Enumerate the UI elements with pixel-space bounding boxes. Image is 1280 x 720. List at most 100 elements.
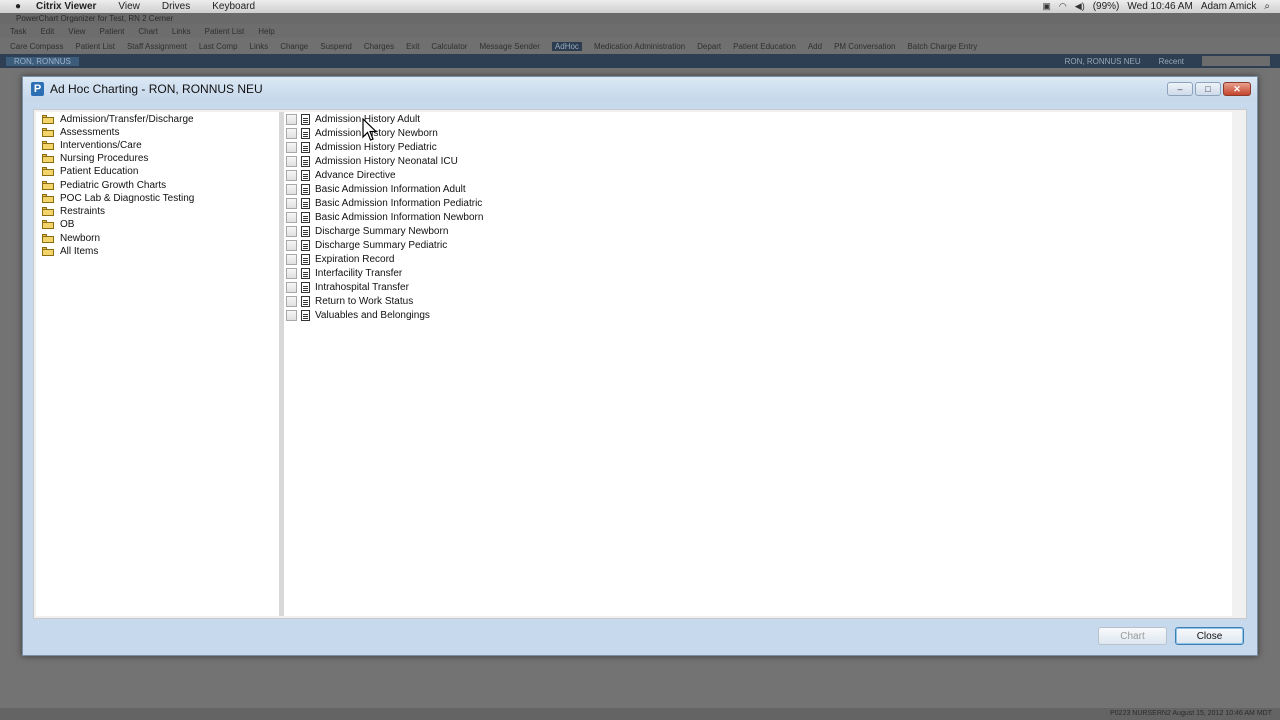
apple-icon[interactable]: ● <box>0 1 36 12</box>
form-checkbox[interactable] <box>286 296 297 307</box>
bg-toolbar-item: Suspend <box>320 41 352 51</box>
folder-interventions-care[interactable]: Interventions/Care <box>42 139 142 152</box>
form-checkbox[interactable] <box>286 212 297 223</box>
bg-menu-item: Chart <box>138 26 158 36</box>
dialog-titlebar[interactable]: P Ad Hoc Charting - RON, RONNUS NEU – □ … <box>23 77 1257 101</box>
adhoc-charting-dialog: P Ad Hoc Charting - RON, RONNUS NEU – □ … <box>22 76 1258 656</box>
clock-text[interactable]: Wed 10:46 AM <box>1127 1 1192 12</box>
form-item[interactable]: Basic Admission Information Pediatric <box>286 197 482 210</box>
folder-poc-lab-diagnostic[interactable]: POC Lab & Diagnostic Testing <box>42 192 194 205</box>
form-label: Advance Directive <box>315 170 396 181</box>
folder-ob[interactable]: OB <box>42 218 74 231</box>
folder-icon <box>42 220 54 229</box>
form-document-icon <box>301 226 310 237</box>
form-item[interactable]: Advance Directive <box>286 169 396 182</box>
folder-label: Admission/Transfer/Discharge <box>60 114 194 125</box>
form-item[interactable]: Expiration Record <box>286 253 394 266</box>
form-checkbox[interactable] <box>286 282 297 293</box>
minimize-button[interactable]: – <box>1167 82 1193 96</box>
form-checkbox[interactable] <box>286 184 297 195</box>
bg-status-bar: P0223 NURSERN2 August 15, 2012 10:46 AM … <box>0 708 1280 720</box>
form-checkbox[interactable] <box>286 156 297 167</box>
form-document-icon <box>301 296 310 307</box>
bg-window-title: PowerChart Organizer for Test, RN 2 Cern… <box>0 13 1280 24</box>
form-checkbox[interactable] <box>286 142 297 153</box>
forms-list: Admission History Adult Admission Histor… <box>284 112 1232 616</box>
form-label: Basic Admission Information Pediatric <box>315 198 483 209</box>
folder-label: Nursing Procedures <box>60 153 149 164</box>
bg-toolbar-item: Exit <box>406 41 420 51</box>
form-label: Basic Admission Information Adult <box>315 184 466 195</box>
form-checkbox[interactable] <box>286 310 297 321</box>
bg-menu-item: Help <box>258 26 275 36</box>
form-item[interactable]: Valuables and Belongings <box>286 309 430 322</box>
form-checkbox[interactable] <box>286 268 297 279</box>
folder-patient-education[interactable]: Patient Education <box>42 165 138 178</box>
bg-toolbar-item: Patient List <box>75 41 115 51</box>
menu-keyboard[interactable]: Keyboard <box>212 1 255 12</box>
form-label: Admission History Neonatal ICU <box>315 156 458 167</box>
form-item[interactable]: Admission History Pediatric <box>286 141 437 154</box>
folder-nursing-procedures[interactable]: Nursing Procedures <box>42 152 148 165</box>
form-item[interactable]: Basic Admission Information Newborn <box>286 211 483 224</box>
bg-toolbar-item: Patient Education <box>733 41 796 51</box>
form-checkbox[interactable] <box>286 170 297 181</box>
form-label: Intrahospital Transfer <box>315 282 409 293</box>
vertical-scrollbar[interactable] <box>1232 112 1244 616</box>
form-document-icon <box>301 156 310 167</box>
folder-icon <box>42 234 54 243</box>
spotlight-icon[interactable]: ⌕ <box>1264 1 1270 12</box>
form-checkbox[interactable] <box>286 254 297 265</box>
bg-patient-bar: RON, RONNUS RON, RONNUS NEU Recent <box>0 54 1280 68</box>
menu-citrix-viewer[interactable]: Citrix Viewer <box>36 1 96 12</box>
folder-label: Assessments <box>60 127 120 138</box>
form-label: Return to Work Status <box>315 296 414 307</box>
close-window-button[interactable]: ✕ <box>1223 82 1251 96</box>
volume-icon[interactable]: ◀) <box>1075 1 1085 12</box>
form-checkbox[interactable] <box>286 198 297 209</box>
bg-toolbar-item: Add <box>807 41 823 51</box>
bg-toolbar-item: Care Compass <box>10 41 64 51</box>
folder-all-items[interactable]: All Items <box>42 245 98 258</box>
chart-button[interactable]: Chart <box>1098 627 1167 645</box>
form-checkbox[interactable] <box>286 128 297 139</box>
bg-menu-item: View <box>68 26 86 36</box>
form-checkbox[interactable] <box>286 240 297 251</box>
bg-toolbar-item: Staff Assignment <box>126 41 187 51</box>
form-label: Admission History Pediatric <box>315 142 437 153</box>
form-document-icon <box>301 240 310 251</box>
bg-toolbar-item: Links <box>249 41 269 51</box>
form-item[interactable]: Interfacility Transfer <box>286 267 402 280</box>
form-item[interactable]: Admission History Neonatal ICU <box>286 155 458 168</box>
form-label: Valuables and Belongings <box>315 310 430 321</box>
battery-text[interactable]: (99%) <box>1093 1 1120 12</box>
maximize-button[interactable]: □ <box>1195 82 1221 96</box>
form-item[interactable]: Intrahospital Transfer <box>286 281 409 294</box>
user-name[interactable]: Adam Amick <box>1201 1 1257 12</box>
wifi-icon[interactable]: ◠ <box>1059 1 1067 12</box>
form-checkbox[interactable] <box>286 114 297 125</box>
folder-admission-transfer-discharge[interactable]: Admission/Transfer/Discharge <box>42 113 194 126</box>
folder-icon <box>42 247 54 256</box>
form-item[interactable]: Admission History Adult <box>286 113 420 126</box>
folder-pediatric-growth-charts[interactable]: Pediatric Growth Charts <box>42 179 166 192</box>
bg-menu-item: Patient List <box>204 26 245 36</box>
folder-restraints[interactable]: Restraints <box>42 205 105 218</box>
menu-view[interactable]: View <box>118 1 140 12</box>
form-document-icon <box>301 114 310 125</box>
form-item[interactable]: Discharge Summary Newborn <box>286 225 448 238</box>
close-button[interactable]: Close <box>1175 627 1244 645</box>
menu-drives[interactable]: Drives <box>162 1 190 12</box>
form-item[interactable]: Discharge Summary Pediatric <box>286 239 447 252</box>
form-item[interactable]: Return to Work Status <box>286 295 413 308</box>
folder-newborn[interactable]: Newborn <box>42 232 100 245</box>
form-label: Interfacility Transfer <box>315 268 403 279</box>
citrix-icon[interactable]: ▣ <box>1042 1 1051 12</box>
dialog-title: Ad Hoc Charting - RON, RONNUS NEU <box>50 82 263 96</box>
form-item[interactable]: Basic Admission Information Adult <box>286 183 466 196</box>
bg-recent: Recent <box>1158 56 1184 66</box>
folder-icon <box>42 181 54 190</box>
folder-assessments[interactable]: Assessments <box>42 126 119 139</box>
form-checkbox[interactable] <box>286 226 297 237</box>
folder-label: POC Lab & Diagnostic Testing <box>60 193 195 204</box>
